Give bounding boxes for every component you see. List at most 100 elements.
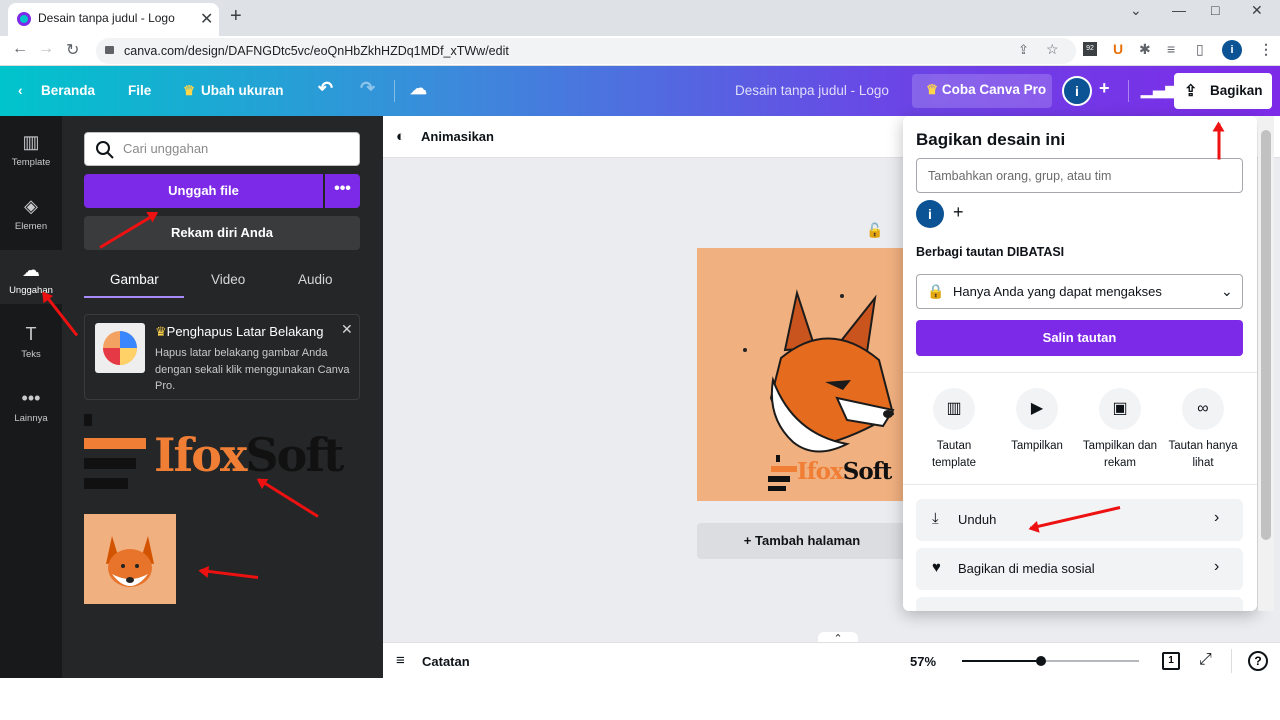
chevron-left-icon[interactable]: ‹ [18,83,23,98]
canvas-logo-wordmark: IfoxSoft [797,458,892,486]
home-link[interactable]: Beranda [41,83,95,98]
forward-icon[interactable]: → [38,40,54,58]
social-share-row[interactable]: ♥ Bagikan di media sosial › [916,548,1243,590]
animate-icon[interactable]: ◐ [396,128,405,145]
option-label: Tampilkan [1011,440,1063,452]
url-bar[interactable]: canva.com/design/DAFNGDtc5vc/eoQnHbZkhHZ… [96,38,1076,64]
option-label: Tautan hanya lihat [1168,440,1238,469]
fullscreen-icon[interactable]: ⤢ [1199,651,1212,669]
chrome-menu-icon[interactable]: ⋮ [1259,41,1273,58]
profile-avatar[interactable]: i [1222,40,1242,60]
add-collaborator-icon[interactable]: + [1099,78,1110,99]
rail-more[interactable]: ••• Lainnya [0,388,62,424]
browser-tab[interactable]: Desain tanpa judul - Logo ✕ [8,3,219,36]
template-icon: ▥ [933,388,975,430]
beach-ball-icon [95,323,145,373]
logo-text-a: Ifox [797,458,844,485]
bookmark-star-icon[interactable]: ☆ [1046,41,1059,58]
divider [1128,80,1129,102]
lock-icon: 🔒 [927,283,945,299]
resize-button[interactable]: Ubah ukuran [201,83,284,98]
zoom-slider-handle[interactable] [1036,656,1046,666]
present-icon: ▶ [1016,388,1058,430]
extension-u-icon[interactable]: U [1113,41,1123,57]
add-people-placeholder: Tambahkan orang, grup, atau tim [928,169,1112,183]
share-page-icon[interactable]: ⇪ [1018,42,1029,58]
rail-label: Elemen [14,221,48,232]
extensions-puzzle-icon[interactable]: ✱ [1139,41,1151,58]
try-pro-button[interactable]: ♛ Coba Canva Pro [912,74,1052,108]
search-placeholder: Cari unggahan [123,141,209,156]
design-title[interactable]: Desain tanpa judul - Logo [735,83,889,98]
option-present[interactable]: ▶ Tampilkan [997,388,1077,455]
collaborator-avatar[interactable]: i [916,200,944,228]
try-pro-label: Coba Canva Pro [941,82,1047,97]
editor-bottom-bar: ≡ Catatan 57% 1 ⤢ ? [383,642,1280,678]
upload-more-button[interactable]: ••• [325,174,360,208]
tab-audio[interactable]: Audio [298,272,333,287]
next-share-row[interactable] [916,597,1243,611]
access-select[interactable]: 🔒 Hanya Anda yang dapat mengakses ⌄ [916,274,1243,309]
share-button[interactable]: ⇪ Bagikan [1174,73,1272,109]
side-panel-icon[interactable]: ▯ [1196,41,1204,58]
close-tab-icon[interactable]: ✕ [200,9,213,29]
rail-template[interactable]: ▥ Template [0,132,62,168]
scrollbar-thumb[interactable] [1261,130,1271,540]
help-icon[interactable]: ? [1248,651,1268,671]
add-people-input[interactable]: Tambahkan orang, grup, atau tim [916,158,1243,193]
fox-icon [106,536,154,587]
maximize-button[interactable]: □ [1211,2,1219,18]
extension-badge-icon[interactable]: 92 [1083,42,1097,56]
access-value: Hanya Anda yang dapat mengakses [953,284,1162,299]
option-view-only-link[interactable]: ∞ Tautan hanya lihat [1163,388,1243,471]
search-input[interactable]: Cari unggahan [84,132,360,166]
upload-file-button[interactable]: Unggah file [84,174,323,208]
option-template-link[interactable]: ▥ Tautan template [914,388,994,471]
chevron-down-icon: ⌄ [1221,283,1233,299]
insights-chart-icon[interactable]: ▁▃▅ [1141,79,1178,99]
uploaded-logo-image[interactable]: IfoxSoft [84,412,360,496]
rail-text[interactable]: T Teks [0,324,62,360]
option-present-record[interactable]: ▣ Tampilkan dan rekam [1080,388,1160,471]
popup-scrollbar[interactable] [1258,116,1274,611]
reload-icon[interactable]: ↻ [66,40,79,60]
user-avatar[interactable]: i [1062,76,1092,106]
undo-icon[interactable]: ↶ [318,78,333,99]
file-menu[interactable]: File [128,83,151,98]
close-window-button[interactable]: ✕ [1251,2,1263,19]
notes-icon[interactable]: ≡ [396,652,405,669]
add-page-button[interactable]: + Tambah halaman [697,523,907,559]
editor-top-bar: ‹ Beranda File ♛ Ubah ukuran ↶ ↷ ☁ Desai… [0,66,1280,116]
lock-icon[interactable]: 🔓 [866,222,883,239]
uploaded-fox-image[interactable] [84,514,176,604]
elements-icon: ◈ [24,196,38,216]
redo-icon[interactable]: ↷ [360,78,375,99]
reading-list-icon[interactable]: ≡ [1167,41,1175,57]
tab-images[interactable]: Gambar [110,272,159,287]
chevron-right-icon: › [1214,558,1220,575]
promo-card[interactable]: ♛Penghapus Latar Belakang Hapus latar be… [84,314,360,400]
close-icon[interactable]: ✕ [341,321,353,338]
logo-bar [84,438,146,449]
page-bottom-strip [0,678,1280,720]
url-text: canva.com/design/DAFNGDtc5vc/eoQnHbZkhHZ… [124,44,509,58]
tab-search-icon[interactable]: ⌄ [1130,2,1142,19]
animate-button[interactable]: Animasikan [421,129,494,144]
cloud-save-icon[interactable]: ☁ [410,79,427,99]
back-icon[interactable]: ← [12,40,28,58]
notes-button[interactable]: Catatan [422,654,470,669]
search-icon [96,141,114,159]
page-count-button[interactable]: 1 [1162,652,1180,670]
new-tab-button[interactable]: + [230,5,242,28]
copy-link-button[interactable]: Salin tautan [916,320,1243,356]
tab-video[interactable]: Video [211,272,245,287]
divider [903,372,1257,373]
logo-text-a: Ifox [154,428,247,482]
design-page[interactable]: IfoxSoft [697,248,907,501]
add-collaborator-icon[interactable]: + [953,202,964,223]
download-row[interactable]: ⤓ Unduh › [916,499,1243,541]
zoom-percentage[interactable]: 57% [910,654,936,669]
chevron-right-icon: › [1214,509,1220,526]
rail-elements[interactable]: ◈ Elemen [0,196,62,232]
minimize-button[interactable]: — [1172,2,1186,18]
